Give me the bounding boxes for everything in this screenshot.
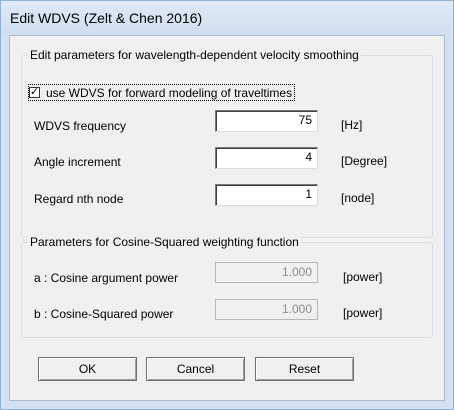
regard-nth-node-label: Regard nth node — [34, 192, 124, 206]
reset-button[interactable]: Reset — [255, 357, 354, 381]
cosine-squared-power-unit: [power] — [343, 306, 383, 320]
cosine-group-title: Parameters for Cosine-Squared weighting … — [28, 235, 301, 249]
dialog-window: Edit WDVS (Zelt & Chen 2016) Edit parame… — [0, 0, 454, 410]
angle-increment-input[interactable]: 4 — [215, 147, 318, 169]
cosine-squared-power-label: b : Cosine-Squared power — [34, 307, 174, 321]
wdvs-frequency-unit: [Hz] — [341, 118, 363, 132]
cosine-parameters-group: Parameters for Cosine-Squared weighting … — [21, 235, 433, 338]
dialog-client-area: Edit parameters for wavelength-dependent… — [9, 35, 445, 401]
cancel-button[interactable]: Cancel — [146, 357, 245, 381]
regard-nth-node-input[interactable]: 1 — [215, 184, 318, 206]
title-bar[interactable]: Edit WDVS (Zelt & Chen 2016) — [1, 1, 453, 35]
use-wdvs-checkbox[interactable]: ✓ — [29, 87, 40, 98]
wdvs-group-title: Edit parameters for wavelength-dependent… — [28, 48, 361, 62]
window-title: Edit WDVS (Zelt & Chen 2016) — [10, 10, 203, 26]
wdvs-frequency-input[interactable]: 75 — [215, 110, 318, 132]
cosine-argument-power-input: 1.000 — [215, 262, 318, 283]
angle-increment-label: Angle increment — [34, 155, 121, 169]
checkmark-icon: ✓ — [29, 86, 40, 98]
cosine-squared-power-input: 1.000 — [215, 299, 318, 320]
angle-increment-unit: [Degree] — [341, 154, 388, 168]
cosine-argument-power-unit: [power] — [343, 270, 383, 284]
wdvs-frequency-label: WDVS frequency — [34, 119, 127, 133]
use-wdvs-checkbox-label: use WDVS for forward modeling of travelt… — [46, 85, 293, 100]
regard-nth-node-unit: [node] — [341, 191, 375, 205]
cosine-argument-power-label: a : Cosine argument power — [34, 271, 179, 285]
use-wdvs-checkbox-row[interactable]: ✓ use WDVS for forward modeling of trave… — [28, 84, 296, 101]
ok-button[interactable]: OK — [38, 357, 137, 381]
